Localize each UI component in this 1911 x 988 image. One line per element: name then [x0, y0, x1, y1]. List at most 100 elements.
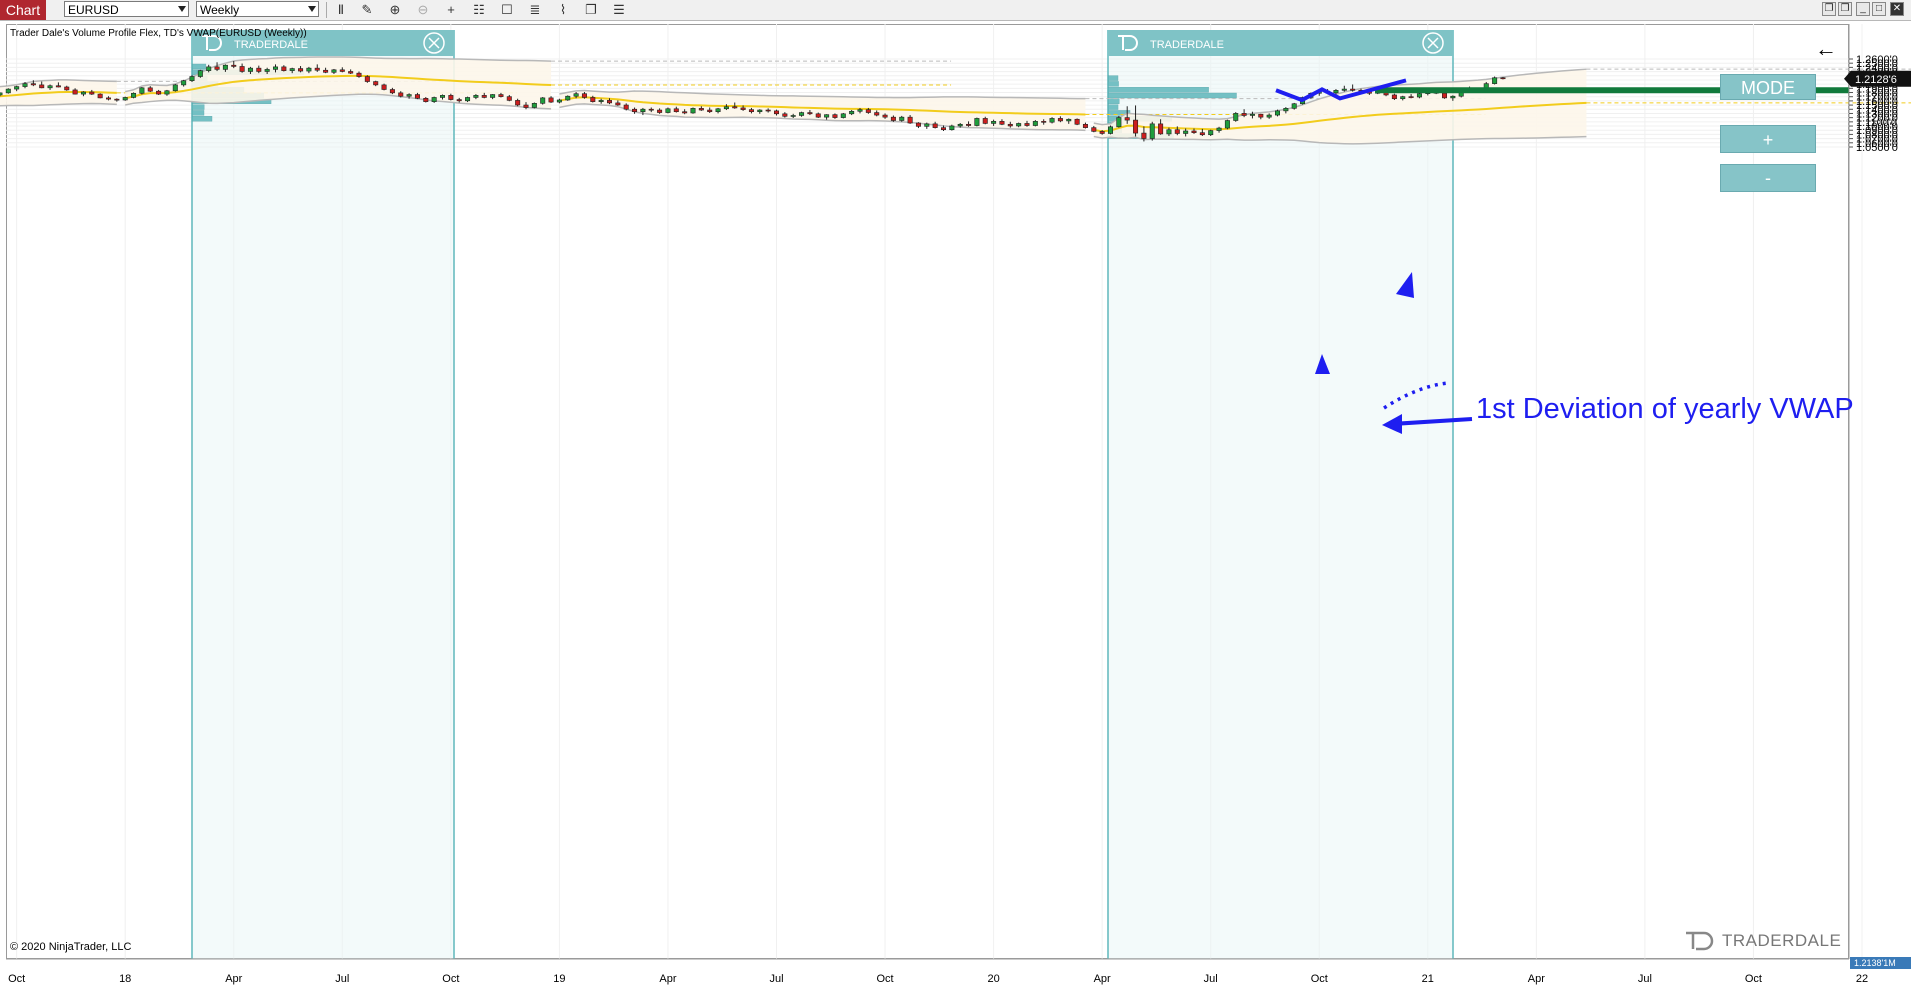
price-chart[interactable]: TRADERDALE TRADERDALE 1.2600'01.2500'01.2… — [0, 0, 1911, 988]
bull-candle-body — [331, 69, 337, 73]
bear-candle-body — [773, 110, 779, 115]
bear-candle-body — [381, 84, 387, 90]
bull-candle-body — [757, 109, 763, 113]
bull-candle-body — [181, 80, 187, 86]
bull-candle-body — [1233, 113, 1239, 121]
bear-candle-body — [915, 122, 921, 127]
bear-candle-body — [1057, 118, 1063, 122]
x-tick-label: 19 — [553, 973, 565, 985]
bear-candle-body — [1007, 123, 1013, 127]
bull-candle-body — [1341, 88, 1347, 91]
bull-candle-body — [1066, 118, 1072, 122]
bear-candle-body — [239, 66, 245, 72]
bear-candle-body — [1174, 129, 1180, 134]
bull-candle-body — [1224, 120, 1230, 129]
bear-candle-body — [114, 98, 120, 101]
bear-candle-body — [1191, 130, 1197, 133]
volume-bar — [1107, 104, 1119, 110]
volume-bar — [1107, 86, 1209, 93]
brand-text: TRADERDALE — [1722, 931, 1842, 950]
bull-candle-body — [824, 114, 830, 118]
x-tick-label: Jul — [1204, 973, 1218, 985]
bear-candle-body — [97, 93, 103, 99]
bull-candle-body — [206, 66, 212, 71]
x-tick-label: Jul — [335, 973, 349, 985]
last-price-label: 1.2128'6 — [1855, 74, 1897, 86]
bull-candle-body — [439, 95, 445, 98]
bear-candle-body — [39, 84, 45, 89]
bear-candle-body — [373, 81, 379, 86]
bear-candle-body — [314, 67, 320, 71]
bear-candle-body — [72, 89, 78, 95]
bear-candle-body — [498, 94, 504, 97]
bull-candle-body — [849, 110, 855, 115]
bear-candle-body — [1074, 118, 1080, 125]
bull-candle-body — [1149, 123, 1155, 139]
bull-candle-body — [790, 115, 796, 117]
bull-candle-body — [222, 64, 228, 70]
bear-candle-body — [1124, 117, 1130, 121]
bull-candle-body — [1108, 126, 1114, 134]
bear-candle-body — [156, 90, 162, 95]
bull-candle-body — [640, 108, 646, 113]
bear-candle-body — [623, 104, 629, 110]
x-tick-label: Oct — [8, 973, 25, 985]
mode-button[interactable]: MODE — [1720, 74, 1816, 100]
bear-candle-body — [398, 92, 404, 97]
bull-candle-body — [5, 88, 11, 94]
bear-candle-body — [657, 109, 663, 113]
bear-candle-body — [1199, 132, 1205, 136]
bear-candle-body — [231, 64, 237, 67]
x-tick-label: 22 — [1856, 973, 1868, 985]
x-tick-label: Jul — [1638, 973, 1652, 985]
bear-candle-body — [940, 127, 946, 131]
traderdale-logo-icon — [1686, 931, 1714, 951]
x-tick-label: Apr — [659, 973, 676, 985]
bull-candle-body — [47, 85, 53, 89]
bear-candle-body — [832, 114, 838, 118]
bear-candle-body — [682, 111, 688, 114]
bull-candle-body — [1032, 121, 1038, 126]
bull-candle-body — [957, 123, 963, 127]
bear-candle-body — [865, 109, 871, 113]
copyright-text: © 2020 NinjaTrader, LLC — [10, 941, 132, 953]
volume-profile-header-text: TRADERDALE — [234, 39, 308, 51]
bull-candle-body — [1333, 90, 1339, 94]
bull-candle-body — [924, 123, 930, 127]
x-tick-label: Oct — [876, 973, 893, 985]
bull-candle-body — [1416, 93, 1422, 98]
zoom-minus-button[interactable]: - — [1720, 164, 1816, 192]
deviation-annotation: 1st Deviation of yearly VWAP — [1476, 393, 1854, 425]
bear-candle-body — [1350, 88, 1356, 91]
bull-candle-body — [172, 84, 178, 92]
bear-candle-body — [356, 72, 362, 77]
x-tick-label: Oct — [1745, 973, 1762, 985]
bull-candle-body — [531, 103, 537, 108]
bull-candle-body — [1183, 130, 1189, 134]
bear-candle-body — [581, 93, 587, 98]
bull-candle-body — [80, 91, 86, 95]
bear-candle-body — [907, 116, 913, 124]
indicator-label: Trader Dale's Volume Profile Flex, TD's … — [10, 28, 307, 39]
bear-candle-body — [707, 109, 713, 113]
x-tick-label: Apr — [1094, 973, 1111, 985]
bull-candle-body — [1400, 96, 1406, 100]
bull-candle-body — [490, 94, 496, 98]
bear-candle-body — [1041, 121, 1047, 123]
bull-candle-body — [22, 83, 28, 87]
bear-candle-body — [256, 67, 262, 72]
bear-candle-body — [748, 109, 754, 113]
bull-candle-body — [473, 95, 479, 98]
bear-candle-body — [548, 97, 554, 103]
bear-candle-body — [214, 66, 220, 70]
bull-candle-body — [598, 100, 604, 102]
bull-candle-body — [139, 87, 145, 94]
bear-candle-body — [64, 86, 70, 91]
bear-candle-body — [698, 108, 704, 111]
back-arrow-icon[interactable]: ← — [1815, 36, 1837, 62]
zoom-plus-button[interactable]: + — [1720, 125, 1816, 153]
bull-candle-body — [306, 67, 312, 72]
x-tick-label: Oct — [1311, 973, 1328, 985]
bull-candle-body — [715, 108, 721, 113]
bull-candle-body — [1049, 118, 1055, 123]
